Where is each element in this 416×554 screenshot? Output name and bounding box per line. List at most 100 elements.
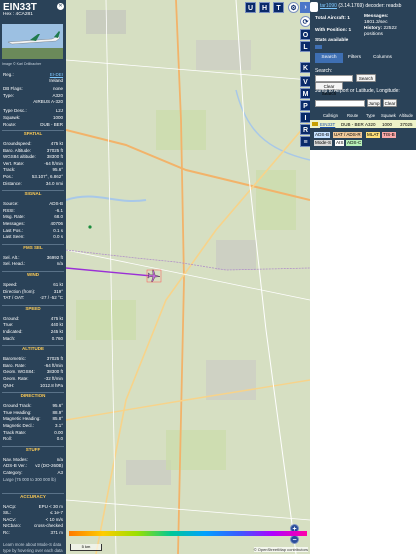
detail-row: Roll: 0.0	[3, 436, 63, 442]
map-button-r[interactable]: R	[300, 124, 310, 135]
detail-label[interactable]: Nav. Modes:	[3, 457, 28, 462]
detail-label[interactable]: QNH:	[3, 383, 14, 388]
detail-row: Source: ADS-B	[3, 201, 63, 207]
badge-adsb[interactable]: ADS-B	[314, 132, 331, 138]
badge-tisb[interactable]: TIS-B	[382, 132, 396, 138]
zoom-out-button[interactable]: −	[290, 535, 299, 544]
badge-modes[interactable]: Mode-S	[314, 140, 333, 146]
detail-label[interactable]: Speed:	[3, 282, 17, 287]
detail-row: Messages: 40706	[3, 221, 63, 227]
settings-gear-icon[interactable]: ⚙	[288, 2, 299, 13]
clear-button[interactable]: Clear	[383, 99, 397, 107]
detail-label[interactable]: Category:	[3, 470, 23, 475]
detail-label[interactable]: Rc:	[3, 530, 10, 535]
tab-search[interactable]: Search	[315, 53, 343, 63]
detail-label[interactable]: Last Pos.:	[3, 228, 23, 233]
detail-label[interactable]: Mach:	[3, 336, 15, 341]
detail-label[interactable]: Geom. WGS84:	[3, 369, 35, 374]
detail-label[interactable]: NACp:	[3, 504, 16, 509]
map-button-t[interactable]: T	[273, 2, 284, 13]
detail-label[interactable]: Baro. Rate:	[3, 363, 26, 368]
detail-label[interactable]: Ground:	[3, 316, 19, 321]
badge-uat-adsr[interactable]: UAT / ADS-R	[333, 132, 362, 138]
column-header[interactable]: Squawk	[381, 113, 396, 118]
detail-row: Sel. Head.: n/a	[3, 261, 63, 267]
column-header[interactable]: Route	[347, 113, 358, 118]
search-input[interactable]	[315, 75, 353, 82]
detail-label[interactable]: Messages:	[3, 221, 25, 226]
detail-label[interactable]: Magnetic Decl.:	[3, 423, 34, 428]
map-button-h[interactable]: H	[259, 2, 270, 13]
aircraft-photo[interactable]	[2, 24, 63, 59]
detail-label[interactable]: Direction (from):	[3, 289, 35, 294]
column-header[interactable]: Altitude	[399, 113, 413, 118]
detail-label[interactable]: Track:	[3, 167, 15, 172]
jump-button[interactable]: Jump	[367, 99, 381, 107]
expand-panel-icon[interactable]: ›	[300, 2, 310, 13]
detail-value: 88.9°	[52, 409, 63, 415]
photo-credit[interactable]: Image © Karl Drillbacher	[2, 62, 41, 66]
detail-label[interactable]: NACv:	[3, 517, 16, 522]
detail-label[interactable]: Last Seen:	[3, 234, 25, 239]
refresh-icon[interactable]: ⟳	[300, 16, 310, 27]
map-button-i[interactable]: I	[300, 112, 310, 123]
badge-adsc[interactable]: ADS-C	[346, 140, 363, 146]
flag-icon	[312, 121, 318, 126]
map-button-v[interactable]: V	[300, 76, 310, 87]
detail-label[interactable]: Pos.:	[3, 174, 13, 179]
badge-mlat[interactable]: MLAT	[366, 132, 380, 138]
map-button-l[interactable]: L	[300, 41, 310, 52]
map-tiles[interactable]	[66, 0, 310, 554]
detail-label[interactable]: RSSI:	[3, 208, 15, 213]
map-attribution[interactable]: © OpenStreetMap contributors	[253, 547, 308, 552]
tab-columns[interactable]: Columns	[370, 53, 395, 63]
detail-value: -27 / -52 °C	[39, 295, 63, 301]
map-button-p[interactable]: P	[300, 100, 310, 111]
jump-input[interactable]	[315, 100, 365, 107]
detail-label[interactable]: True:	[3, 322, 13, 327]
detail-label[interactable]: Barometric:	[3, 356, 26, 361]
detail-label[interactable]: Sel. Alt.:	[3, 255, 20, 260]
detail-label[interactable]: Distance:	[3, 181, 22, 186]
detail-label[interactable]: Geom. Rate:	[3, 376, 29, 381]
detail-label[interactable]: Roll:	[3, 436, 12, 441]
badge-ais[interactable]: AIS	[335, 140, 345, 146]
detail-label[interactable]: Indicated:	[3, 329, 23, 334]
detail-label[interactable]: Baro. Altitude:	[3, 148, 31, 153]
detail-label[interactable]: Magnetic Heading:	[3, 416, 41, 421]
detail-label[interactable]: ADS-B Ver.:	[3, 463, 27, 468]
detail-label[interactable]: Ground Track:	[3, 403, 32, 408]
detail-label[interactable]: NICbaro:	[3, 523, 21, 528]
table-cell[interactable]: EIN33T	[320, 122, 335, 127]
detail-label[interactable]: Source:	[3, 201, 19, 206]
map-view[interactable]: U H T ⚙ › ⟳ O K L V M P I R ≡ + − 5 km ©…	[66, 0, 310, 554]
search-button[interactable]: Search	[356, 74, 376, 82]
section-title-accuracy: ACCURACY	[20, 493, 46, 499]
map-button-u[interactable]: U	[245, 2, 256, 13]
collapse-panel-icon[interactable]	[310, 2, 318, 12]
detail-row: Category: A3	[3, 470, 63, 476]
table-row[interactable]: EIN33T DUB - BER A320 1000 37025	[310, 120, 416, 128]
close-icon[interactable]: ✕	[57, 3, 64, 10]
detail-row: Rc: 371 m	[3, 530, 63, 536]
detail-label[interactable]: Sel. Head.:	[3, 261, 25, 266]
stats-link-icon[interactable]	[315, 45, 322, 49]
tab-filters[interactable]: Filters	[345, 53, 364, 63]
map-button-m[interactable]: M	[300, 88, 310, 99]
detail-label[interactable]: True Heading:	[3, 410, 31, 415]
map-button-o[interactable]: O	[300, 29, 310, 40]
detail-label[interactable]: Track Rate:	[3, 430, 26, 435]
layers-icon[interactable]: ≡	[300, 136, 310, 147]
detail-label[interactable]: Groundspeed:	[3, 141, 32, 146]
detail-label[interactable]: TAT / OAT:	[3, 295, 24, 300]
detail-label[interactable]: Vert. Rate:	[3, 161, 24, 166]
detail-label[interactable]: SIL:	[3, 510, 11, 515]
detail-label[interactable]: Msg. Rate:	[3, 214, 25, 219]
map-button-k[interactable]: K	[300, 62, 310, 73]
column-header[interactable]: Type	[366, 113, 375, 118]
detail-label[interactable]: WGS84 altitude:	[3, 154, 36, 159]
version-link[interactable]: tar1090	[320, 3, 337, 9]
column-header[interactable]: Callsign	[323, 113, 338, 118]
detail-value: EPU < 30 m	[38, 503, 63, 509]
registration-link[interactable]: EI-DEI	[50, 72, 63, 77]
